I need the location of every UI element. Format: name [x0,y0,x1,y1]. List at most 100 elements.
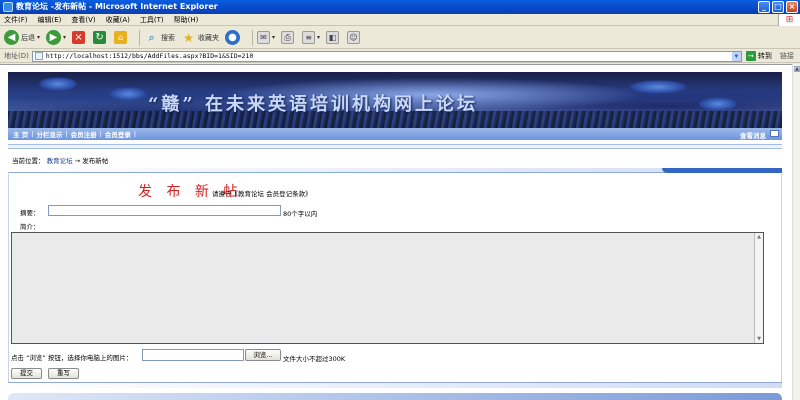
scroll-down-icon[interactable]: ▼ [756,336,762,342]
go-button[interactable]: → 转到 [745,51,772,61]
chevron-down-icon: ▾ [37,34,41,41]
home-icon: ⌂ [114,31,128,44]
back-arrow-icon: ◀ [4,30,19,45]
search-label: 搜索 [161,33,176,42]
media-icon: ● [225,30,241,45]
textarea-scrollbar[interactable]: ▲ ▼ [754,233,763,343]
messenger-button[interactable]: ☺ [347,29,362,47]
nav-separator: | [99,130,102,138]
forward-button[interactable]: ▶ ▾ [46,29,66,47]
view-messages-link[interactable]: 查看消息 [740,130,766,140]
menu-help[interactable]: 帮助(H) [174,15,199,25]
panel-header-curve [662,168,782,173]
file-input[interactable] [142,349,244,361]
flower-decoration [38,77,78,91]
minimize-button[interactable]: _ [758,1,770,13]
media-button[interactable]: ● [225,29,242,47]
stop-icon: × [72,31,86,44]
panel-header-bar [8,168,782,173]
links-button[interactable]: 链接 [780,51,794,61]
home-button[interactable]: ⌂ [114,29,129,47]
breadcrumb-forum-link[interactable]: 教育论坛 [47,157,73,165]
toolbar-divider [139,29,141,46]
back-button[interactable]: ◀ 后退 ▾ [4,29,40,47]
search-icon: ⌕ [148,30,155,44]
address-url: http://localhost:1512/bbs/AddFiles.aspx?… [45,52,254,60]
edit-button[interactable]: ≡ ▾ [302,29,320,47]
intro-textarea[interactable]: ▲ ▼ [11,232,764,344]
upload-label: 点击 “浏览” 按钮，选择你电脑上的图片： [11,354,133,362]
summary-label: 摘要： [20,209,40,217]
file-size-hint: 文件大小不超过300K [283,355,346,363]
panel-footer-bar [8,382,782,388]
summary-hint: 80个字以内 [283,210,318,218]
mail-icon[interactable] [770,130,779,137]
nav-columns[interactable]: 分栏显示 [36,129,62,139]
divider [8,144,782,149]
forum-nav: 主 页 | 分栏显示 | 会员注册 | 会员登录 | 查看消息 [8,128,782,140]
print-button[interactable]: ⎙ [281,29,296,47]
back-label: 后退 [21,33,35,42]
summary-input[interactable] [48,205,281,216]
submit-button[interactable]: 提交 [11,368,42,379]
nav-home[interactable]: 主 页 [13,129,28,139]
nav-separator: | [31,130,34,138]
printer-icon: ⎙ [281,31,295,44]
address-input[interactable]: http://localhost:1512/bbs/AddFiles.aspx?… [31,50,742,62]
banner-title: “赣” 在未来英语培训机构网上论坛 [148,94,478,115]
chevron-down-icon[interactable]: ▼ [731,51,741,61]
windows-logo-icon: ⊞ [778,14,800,26]
nav-login[interactable]: 会员登录 [105,129,131,139]
window-controls: _ □ × [758,1,798,13]
menu-file[interactable]: 文件(F) [4,15,28,25]
menu-favorites[interactable]: 收藏(A) [106,15,130,25]
flower-decoration [698,97,738,111]
agreement-link[interactable]: 请遵守《教育论坛 会员登记条款》 [212,188,312,198]
breadcrumb-arrow: → [74,157,81,165]
scroll-up-icon[interactable]: ▲ [794,66,800,72]
nav-separator: | [133,130,137,138]
mail-button[interactable]: ✉ ▾ [257,29,275,47]
forum-banner: “赣” 在未来英语培训机构网上论坛 [8,72,782,129]
refresh-icon: ↻ [93,31,107,44]
document-icon: ≡ [302,31,316,44]
maximize-button[interactable]: □ [772,1,784,13]
close-button[interactable]: × [786,1,798,13]
messenger-icon: ☺ [347,31,361,44]
star-icon: ★ [183,30,194,45]
footer-decoration [8,393,782,400]
toolbar: ◀ 后退 ▾ ▶ ▾ × ↻ ⌂ ⌕ 搜索 ★ 收藏夹 ● ✉ ▾ ⎙ ≡ ▾ … [0,27,800,49]
ie-icon [3,2,13,12]
stop-button[interactable]: × [72,29,87,47]
favorites-label: 收藏夹 [198,33,220,42]
reset-button[interactable]: 重写 [48,368,79,379]
toolbar-divider [252,29,254,46]
breadcrumb-current: 发布新帖 [82,157,109,165]
page-icon [34,52,43,60]
window-title-bar: 教育论坛 -发布新帖 - Microsoft Internet Explorer… [0,0,800,14]
chevron-down-icon: ▾ [63,34,67,41]
menu-tools[interactable]: 工具(T) [140,15,164,25]
discuss-icon: ◧ [326,31,340,44]
search-button[interactable]: ⌕ 搜索 [144,29,175,47]
breadcrumb: 当前位置： 教育论坛 → 发布新帖 [12,155,108,165]
chevron-down-icon: ▾ [317,34,321,41]
chevron-down-icon: ▾ [272,34,276,41]
menu-view[interactable]: 查看(V) [71,15,95,25]
go-label: 转到 [757,52,772,60]
flower-decoration [628,80,688,94]
discuss-button[interactable]: ◧ [326,29,341,47]
favorites-button[interactable]: ★ 收藏夹 [181,29,219,47]
address-label: 地址(D) [4,52,29,60]
browse-button[interactable]: 浏览... [245,349,281,361]
flower-decoration [108,87,148,101]
scroll-up-icon[interactable]: ▲ [756,234,762,240]
nav-separator: | [65,130,68,138]
refresh-button[interactable]: ↻ [93,29,108,47]
forward-arrow-icon: ▶ [46,30,62,45]
breadcrumb-prefix: 当前位置： [12,157,45,165]
page-scrollbar[interactable]: ▲ [792,64,800,400]
menu-bar: 文件(F) 编辑(E) 查看(V) 收藏(A) 工具(T) 帮助(H) [0,14,800,26]
nav-register[interactable]: 会员注册 [71,129,97,139]
menu-edit[interactable]: 编辑(E) [38,15,62,25]
